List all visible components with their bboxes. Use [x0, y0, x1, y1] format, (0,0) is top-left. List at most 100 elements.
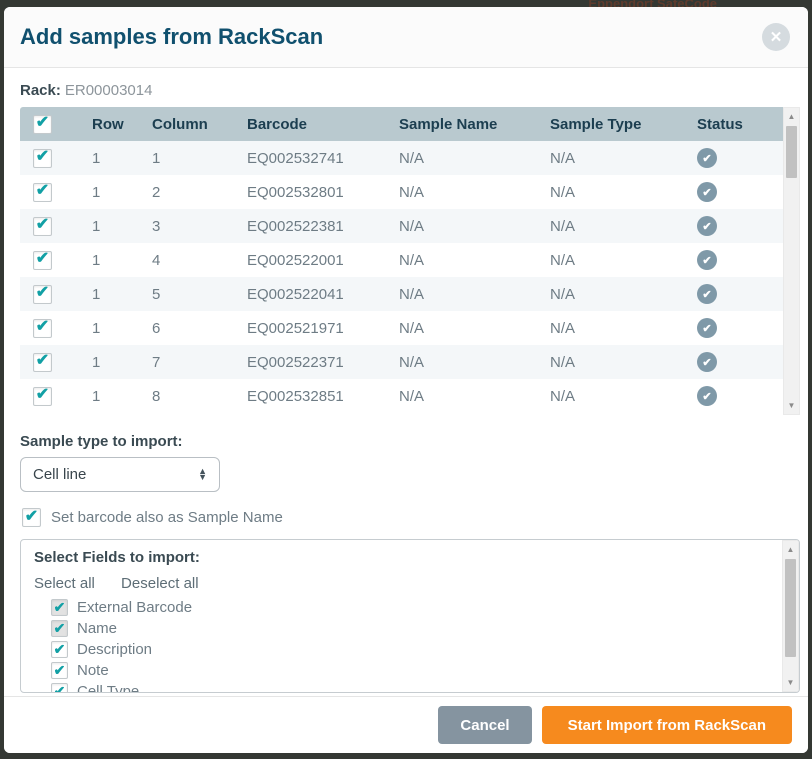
fields-panel-title: Select Fields to import:	[34, 549, 782, 566]
table-row: ✔15EQ002522041N/AN/A✔	[20, 277, 783, 311]
cell-sample-type: N/A	[550, 150, 697, 167]
close-button[interactable]: ✕	[762, 23, 790, 51]
column-header-sample-name: Sample Name	[399, 116, 550, 133]
cell-sample-name: N/A	[399, 150, 550, 167]
row-checkbox[interactable]: ✔	[33, 387, 52, 406]
column-header-barcode: Barcode	[247, 116, 399, 133]
cell-column: 8	[152, 388, 247, 405]
cell-sample-type: N/A	[550, 320, 697, 337]
cell-row: 1	[92, 286, 152, 303]
table-row: ✔18EQ002532851N/AN/A✔	[20, 379, 783, 413]
cell-sample-type: N/A	[550, 286, 697, 303]
cell-barcode: EQ002521971	[247, 320, 399, 337]
samples-table: ✔ Row Column Barcode Sample Name Sample …	[20, 107, 800, 415]
table-row: ✔13EQ002522381N/AN/A✔	[20, 209, 783, 243]
checkbox: ✔	[51, 599, 68, 616]
table-scrollbar-thumb[interactable]	[786, 126, 797, 178]
scroll-up-icon[interactable]: ▲	[783, 542, 798, 557]
cell-row: 1	[92, 150, 152, 167]
check-icon: ✔	[54, 621, 66, 635]
select-all-rows-checkbox[interactable]: ✔	[33, 115, 52, 134]
cell-sample-type: N/A	[550, 218, 697, 235]
row-checkbox[interactable]: ✔	[33, 285, 52, 304]
checkbox: ✔	[51, 683, 68, 692]
cell-sample-name: N/A	[399, 286, 550, 303]
cell-sample-type: N/A	[550, 252, 697, 269]
cell-sample-name: N/A	[399, 388, 550, 405]
check-icon: ✔	[36, 217, 49, 233]
scroll-up-icon[interactable]: ▲	[784, 109, 799, 124]
status-ok-icon: ✔	[697, 216, 717, 236]
cell-column: 1	[152, 150, 247, 167]
sample-type-selected-value: Cell line	[33, 466, 198, 483]
start-import-button[interactable]: Start Import from RackScan	[542, 706, 792, 744]
cell-column: 3	[152, 218, 247, 235]
cell-column: 4	[152, 252, 247, 269]
row-checkbox[interactable]: ✔	[33, 217, 52, 236]
cell-barcode: EQ002522001	[247, 252, 399, 269]
status-ok-icon: ✔	[697, 284, 717, 304]
check-icon: ✔	[36, 285, 49, 301]
field-label: Description	[77, 641, 152, 658]
sample-type-select[interactable]: Cell line ▲▼	[20, 457, 220, 492]
scroll-down-icon[interactable]: ▼	[783, 675, 798, 690]
field-checkbox-item[interactable]: ✔Note	[51, 660, 782, 681]
row-checkbox[interactable]: ✔	[33, 149, 52, 168]
status-ok-icon: ✔	[697, 386, 717, 406]
dialog-body: Rack:ER00003014 ✔ Row Column Barcode Sam…	[4, 68, 808, 696]
column-header-sample-type: Sample Type	[550, 116, 697, 133]
column-header-row: Row	[92, 116, 152, 133]
status-ok-icon: ✔	[697, 352, 717, 372]
row-checkbox[interactable]: ✔	[33, 183, 52, 202]
cancel-button[interactable]: Cancel	[438, 706, 531, 744]
checkbox: ✔	[51, 641, 68, 658]
deselect-all-link[interactable]: Deselect all	[121, 575, 199, 592]
cell-barcode: EQ002522041	[247, 286, 399, 303]
set-barcode-as-name-checkbox[interactable]: ✔ Set barcode also as Sample Name	[22, 508, 792, 527]
fields-scrollbar-thumb[interactable]	[785, 559, 796, 657]
checkbox: ✔	[51, 662, 68, 679]
cell-sample-name: N/A	[399, 184, 550, 201]
check-icon: ✔	[36, 115, 49, 131]
cell-sample-type: N/A	[550, 184, 697, 201]
check-icon: ✔	[36, 319, 49, 335]
add-samples-dialog: Add samples from RackScan ✕ Rack:ER00003…	[4, 7, 808, 753]
cell-barcode: EQ002532851	[247, 388, 399, 405]
cell-barcode: EQ002532801	[247, 184, 399, 201]
table-header-row: ✔ Row Column Barcode Sample Name Sample …	[20, 107, 783, 141]
close-icon: ✕	[770, 30, 783, 45]
table-row: ✔17EQ002522371N/AN/A✔	[20, 345, 783, 379]
cell-sample-name: N/A	[399, 354, 550, 371]
status-ok-icon: ✔	[697, 318, 717, 338]
dialog-footer: Cancel Start Import from RackScan	[4, 696, 808, 753]
check-icon: ✔	[54, 600, 66, 614]
field-checkbox-item[interactable]: ✔Cell Type	[51, 681, 782, 692]
table-scrollbar[interactable]: ▲ ▼	[783, 107, 800, 415]
rack-label: Rack:	[20, 82, 61, 99]
cell-sample-name: N/A	[399, 252, 550, 269]
row-checkbox[interactable]: ✔	[33, 353, 52, 372]
scroll-down-icon[interactable]: ▼	[784, 398, 799, 413]
row-checkbox[interactable]: ✔	[33, 319, 52, 338]
cell-row: 1	[92, 184, 152, 201]
select-all-link[interactable]: Select all	[34, 575, 95, 592]
check-icon: ✔	[36, 183, 49, 199]
fields-scrollbar[interactable]: ▲ ▼	[782, 540, 799, 692]
row-checkbox[interactable]: ✔	[33, 251, 52, 270]
field-checkbox-item[interactable]: ✔External Barcode	[51, 597, 782, 618]
cell-sample-type: N/A	[550, 388, 697, 405]
field-checkbox-item[interactable]: ✔ Description	[51, 639, 782, 660]
cell-row: 1	[92, 354, 152, 371]
cell-sample-name: N/A	[399, 218, 550, 235]
table-row: ✔14EQ002522001N/AN/A✔	[20, 243, 783, 277]
rack-line: Rack:ER00003014	[20, 82, 792, 99]
check-icon: ✔	[54, 663, 66, 677]
status-ok-icon: ✔	[697, 182, 717, 202]
dialog-title: Add samples from RackScan	[20, 24, 762, 50]
check-icon: ✔	[54, 642, 66, 656]
field-checkbox-item[interactable]: ✔ Name	[51, 618, 782, 639]
table-row: ✔11EQ002532741N/AN/A✔	[20, 141, 783, 175]
field-label: Name	[77, 620, 117, 637]
column-header-column: Column	[152, 116, 247, 133]
checkbox: ✔	[22, 508, 41, 527]
